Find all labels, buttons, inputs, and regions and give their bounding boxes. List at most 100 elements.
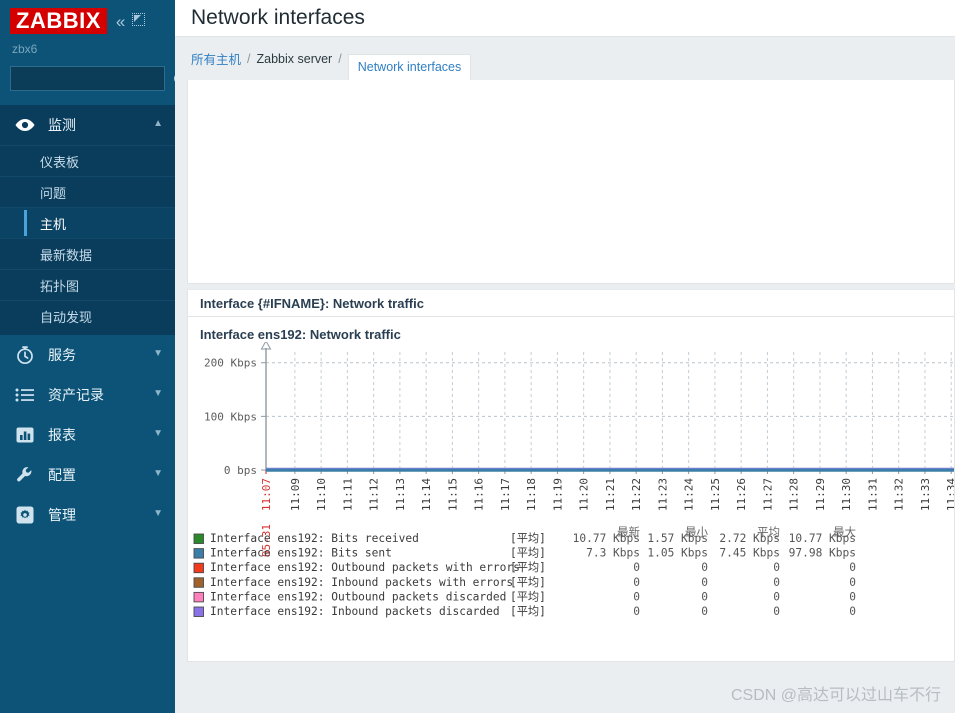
- svg-text:Interface ens192: Outbound pac: Interface ens192: Outbound packets with …: [210, 561, 520, 574]
- sidebar-item-services-label: 服务: [48, 345, 153, 365]
- svg-text:0: 0: [701, 605, 708, 618]
- graph-chart[interactable]: 0 bps100 Kbps200 Kbps11:0705-3111:0911:1…: [188, 342, 954, 662]
- sidebar-item-discovery[interactable]: 自动发现: [0, 300, 175, 331]
- search-box[interactable]: [10, 66, 165, 91]
- svg-text:11:13: 11:13: [394, 478, 407, 511]
- sidebar-item-reports[interactable]: 报表 ▼: [0, 415, 175, 455]
- svg-text:7.45 Kbps: 7.45 Kbps: [719, 547, 780, 560]
- breadcrumb-host-name[interactable]: Zabbix server: [257, 52, 333, 66]
- clock-icon: [14, 344, 36, 366]
- zabbix-logo[interactable]: ZABBIX: [10, 8, 107, 34]
- svg-text:0: 0: [849, 590, 856, 603]
- sidebar-item-discovery-label: 自动发现: [40, 307, 92, 326]
- svg-text:11:21: 11:21: [604, 478, 617, 511]
- sidebar-item-administration[interactable]: 管理 ▼: [0, 495, 175, 535]
- sidebar-item-monitoring[interactable]: 监测 ▲: [0, 105, 175, 145]
- svg-text:11:29: 11:29: [814, 478, 827, 511]
- chevron-up-icon[interactable]: ▲: [153, 119, 163, 129]
- sidebar-item-latest-data[interactable]: 最新数据: [0, 238, 175, 269]
- svg-text:Interface ens192: Inbound pack: Interface ens192: Inbound packets discar…: [210, 605, 500, 618]
- svg-text:[平均]: [平均]: [510, 576, 546, 589]
- sidebar-nav: 监测 ▲ 仪表板 问题 主机 最新数据: [0, 105, 175, 713]
- list-icon: [14, 384, 36, 406]
- svg-text:11:10: 11:10: [315, 478, 328, 511]
- svg-text:0: 0: [633, 576, 640, 589]
- svg-text:0: 0: [773, 561, 780, 574]
- double-chevron-left-icon[interactable]: «: [116, 13, 123, 30]
- svg-text:0 bps: 0 bps: [224, 464, 257, 477]
- svg-text:11:33: 11:33: [919, 478, 932, 511]
- main-content: Network interfaces 所有主机 / Zabbix server …: [175, 0, 955, 713]
- svg-text:10.77 Kbps: 10.77 Kbps: [573, 532, 640, 545]
- expand-collapse-icon[interactable]: [132, 13, 145, 29]
- wrench-icon: [14, 464, 36, 486]
- svg-text:[平均]: [平均]: [510, 590, 546, 603]
- sidebar-item-dashboard-label: 仪表板: [40, 152, 79, 171]
- svg-text:11:15: 11:15: [446, 478, 459, 511]
- sidebar-item-services[interactable]: 服务 ▼: [0, 335, 175, 375]
- breadcrumb-all-hosts-link[interactable]: 所有主机: [191, 49, 241, 68]
- template-graph-section-header: Interface {#IFNAME}: Network traffic: [187, 289, 955, 317]
- chevron-down-icon[interactable]: ▼: [153, 509, 163, 519]
- sidebar-item-dashboard[interactable]: 仪表板: [0, 145, 175, 176]
- template-graph-title: Interface {#IFNAME}: Network traffic: [200, 296, 424, 311]
- svg-text:[平均]: [平均]: [510, 605, 546, 618]
- breadcrumb-current-tab[interactable]: Network interfaces: [348, 54, 472, 80]
- svg-text:0: 0: [773, 605, 780, 618]
- svg-text:11:07: 11:07: [260, 478, 273, 511]
- sidebar-header: ZABBIX « zbx6: [0, 0, 175, 56]
- svg-text:Interface ens192: Bits receive: Interface ens192: Bits received: [210, 532, 419, 545]
- svg-text:11:34: 11:34: [945, 478, 955, 511]
- svg-text:0: 0: [849, 561, 856, 574]
- breadcrumb-separator-1: /: [247, 52, 250, 66]
- svg-text:11:14: 11:14: [420, 478, 433, 511]
- chevron-down-icon[interactable]: ▼: [153, 429, 163, 439]
- svg-text:11:28: 11:28: [788, 478, 801, 511]
- network-traffic-chart[interactable]: 0 bps100 Kbps200 Kbps11:0705-3111:0911:1…: [188, 342, 955, 662]
- svg-text:0: 0: [849, 576, 856, 589]
- chevron-down-icon[interactable]: ▼: [153, 389, 163, 399]
- page-header: Network interfaces: [175, 0, 955, 36]
- svg-text:11:09: 11:09: [289, 478, 302, 511]
- svg-text:97.98 Kbps: 97.98 Kbps: [789, 547, 856, 560]
- svg-text:2.72 Kbps: 2.72 Kbps: [719, 532, 780, 545]
- bar-chart-icon: [14, 424, 36, 446]
- sidebar-item-maps-label: 拓扑图: [40, 276, 79, 295]
- svg-text:10.77 Kbps: 10.77 Kbps: [789, 532, 856, 545]
- svg-text:[平均]: [平均]: [510, 561, 546, 574]
- svg-text:Interface ens192: Inbound pack: Interface ens192: Inbound packets with e…: [210, 576, 513, 589]
- breadcrumb: 所有主机 / Zabbix server / Network interface…: [191, 37, 471, 80]
- empty-panel: [187, 80, 955, 284]
- sidebar-item-configuration[interactable]: 配置 ▼: [0, 455, 175, 495]
- svg-text:0: 0: [701, 576, 708, 589]
- sidebar-group-services: 服务 ▼: [0, 335, 175, 375]
- sidebar-item-hosts-label: 主机: [40, 214, 66, 233]
- chevron-down-icon[interactable]: ▼: [153, 469, 163, 479]
- svg-text:11:30: 11:30: [840, 478, 853, 511]
- sidebar-item-inventory[interactable]: 资产记录 ▼: [0, 375, 175, 415]
- logo-row: ZABBIX «: [10, 8, 165, 34]
- zabbix-app: ZABBIX « zbx6: [0, 0, 955, 713]
- sidebar-item-configuration-label: 配置: [48, 465, 153, 485]
- svg-text:0: 0: [633, 605, 640, 618]
- svg-text:11:20: 11:20: [578, 478, 591, 511]
- watermark-text: CSDN @高达可以过山车不行: [731, 681, 941, 705]
- breadcrumb-separator-2: /: [338, 52, 341, 66]
- svg-text:0: 0: [701, 561, 708, 574]
- sidebar-item-administration-label: 管理: [48, 505, 153, 525]
- chevron-down-icon[interactable]: ▼: [153, 349, 163, 359]
- search-input[interactable]: [19, 72, 174, 86]
- svg-text:11:31: 11:31: [866, 478, 879, 511]
- sidebar-item-maps[interactable]: 拓扑图: [0, 269, 175, 300]
- sidebar-item-problems[interactable]: 问题: [0, 176, 175, 207]
- sidebar-group-configuration: 配置 ▼: [0, 455, 175, 495]
- svg-text:11:12: 11:12: [368, 478, 381, 511]
- sidebar-item-hosts[interactable]: 主机: [0, 207, 175, 238]
- svg-text:0: 0: [633, 590, 640, 603]
- graph-card: Interface ens192: Network traffic 0 bps1…: [187, 317, 955, 662]
- sidebar-group-inventory: 资产记录 ▼: [0, 375, 175, 415]
- sidebar-group-administration: 管理 ▼: [0, 495, 175, 535]
- breadcrumb-bar: 所有主机 / Zabbix server / Network interface…: [175, 36, 955, 80]
- sidebar-item-latest-data-label: 最新数据: [40, 245, 92, 264]
- svg-text:Interface ens192: Bits sent: Interface ens192: Bits sent: [210, 547, 392, 560]
